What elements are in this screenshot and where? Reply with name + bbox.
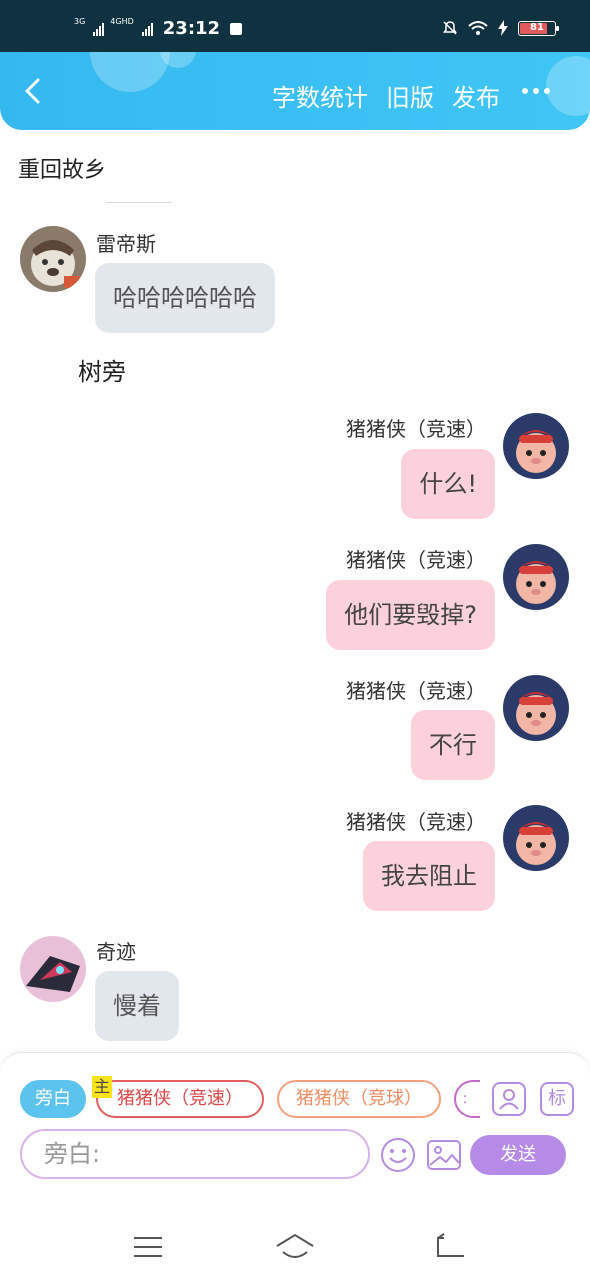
publish-button[interactable]: 发布	[452, 78, 500, 113]
narration-text[interactable]: 树旁	[78, 352, 126, 387]
system-nav-bar	[0, 1212, 590, 1280]
sender-name: 雷帝斯	[96, 232, 156, 256]
message-bubble[interactable]: 他们要毁掉?	[326, 580, 495, 650]
message-bubble[interactable]: 什么!	[401, 449, 495, 519]
avatar-qiji[interactable]	[20, 936, 86, 1002]
composer-panel: 旁白 主 猪猪侠（竞速） 猪猪侠（竞球） ： 标 旁白: 发送	[0, 1052, 590, 1212]
role-chip-narration[interactable]: 旁白	[20, 1080, 86, 1118]
avatar-leidisi[interactable]	[20, 226, 86, 292]
chapter-title[interactable]: 重回故乡	[18, 152, 106, 184]
network-3g-label: 3G	[74, 17, 86, 26]
charging-icon	[498, 20, 508, 36]
role-chip-partial[interactable]: ：	[454, 1080, 480, 1118]
message-bubble[interactable]: 慢着	[95, 971, 179, 1041]
menu-icon[interactable]	[128, 1232, 168, 1262]
person-icon[interactable]	[492, 1082, 526, 1116]
decor-bubble	[546, 56, 590, 116]
status-time: 23:12	[162, 18, 221, 39]
sender-name: 猪猪侠（竞速）	[346, 679, 486, 703]
mute-icon	[443, 21, 457, 35]
word-count-button[interactable]: 字数统计	[272, 78, 368, 113]
notification-icon	[230, 22, 243, 35]
signal-icon-2	[141, 22, 153, 36]
image-icon[interactable]	[426, 1137, 462, 1173]
divider	[106, 202, 172, 203]
avatar-zhuzhuxia[interactable]	[503, 805, 569, 871]
sender-name: 猪猪侠（竞速）	[346, 810, 486, 834]
message-bubble[interactable]: 哈哈哈哈哈哈	[95, 263, 275, 333]
role-chip-zhuzhuxia-racing[interactable]: 主 猪猪侠（竞速）	[92, 1076, 264, 1118]
sender-name: 猪猪侠（竞速）	[346, 417, 486, 441]
app-header: 字数统计 旧版 发布	[0, 52, 590, 130]
battery-level: 81	[530, 21, 544, 33]
signal-icon	[93, 22, 105, 36]
sender-name: 奇迹	[96, 940, 136, 964]
avatar-zhuzhuxia[interactable]	[503, 675, 569, 741]
back-arrow-icon[interactable]	[18, 76, 48, 106]
back-nav-icon[interactable]	[430, 1232, 470, 1262]
avatar-zhuzhuxia[interactable]	[503, 413, 569, 479]
role-chip-zhuzhuxia-ball[interactable]: 猪猪侠（竞球）	[277, 1080, 441, 1118]
main-role-tag: 主	[92, 1076, 113, 1098]
network-4g-label: 4GHD	[110, 17, 134, 26]
sender-name: 猪猪侠（竞速）	[346, 548, 486, 572]
home-icon[interactable]	[275, 1232, 315, 1262]
message-input[interactable]: 旁白:	[20, 1129, 370, 1179]
status-bar: 3G 4GHD 23:12 81	[0, 0, 590, 52]
battery-icon: 81	[518, 20, 559, 36]
message-bubble[interactable]: 不行	[411, 710, 495, 780]
avatar-zhuzhuxia[interactable]	[503, 544, 569, 610]
more-options-icon[interactable]	[522, 88, 550, 94]
decor-bubble	[90, 52, 170, 92]
old-version-button[interactable]: 旧版	[386, 78, 434, 113]
emoji-icon[interactable]	[380, 1137, 416, 1173]
send-button[interactable]: 发送	[470, 1135, 566, 1175]
wifi-icon	[468, 21, 488, 35]
message-bubble[interactable]: 我去阻止	[363, 841, 495, 911]
role-chip-label: 猪猪侠（竞速）	[117, 1088, 243, 1109]
mark-button[interactable]: 标	[540, 1082, 574, 1116]
